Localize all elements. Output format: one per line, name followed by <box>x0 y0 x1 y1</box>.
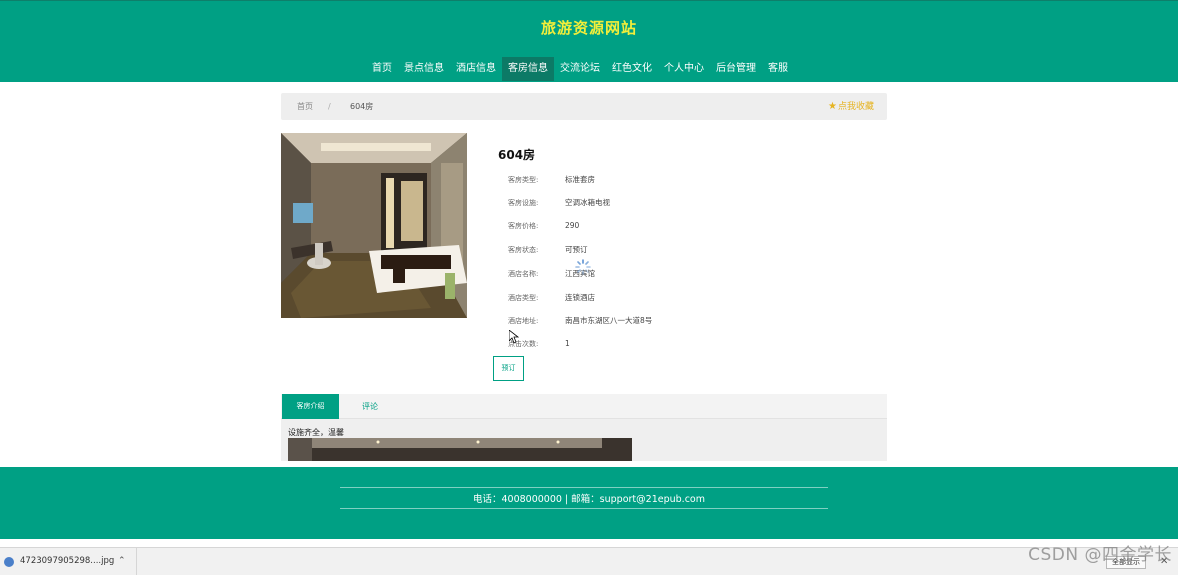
hotel-type-row: 酒店类型: 连锁酒店 <box>508 292 595 303</box>
room-price-value: 290 <box>565 221 580 230</box>
download-item[interactable]: 4723097905298....jpg ⌃ <box>0 548 137 575</box>
tab-comments[interactable]: 评论 <box>353 394 387 419</box>
room-title: 604房 <box>498 148 536 162</box>
room-status-value: 可预订 <box>565 245 588 254</box>
room-facilities-row: 客房设施: 空调冰箱电视 <box>508 197 610 208</box>
nav-item-admin[interactable]: 后台管理 <box>710 57 762 81</box>
site-footer: 电话：4008000000 | 邮箱：support@21epub.com <box>0 467 1178 539</box>
room-type-row: 客房类型: 标准套房 <box>508 174 595 185</box>
room-photo <box>281 133 467 318</box>
nav-item-forum[interactable]: 交流论坛 <box>554 57 606 81</box>
room-type-value: 标准套房 <box>565 175 595 184</box>
nav-item-home[interactable]: 首页 <box>366 57 398 81</box>
room-type-label: 客房类型: <box>508 176 539 184</box>
hotel-type-value: 连锁酒店 <box>565 293 595 302</box>
room-price-label: 客房价格: <box>508 222 539 230</box>
hotel-type-label: 酒店类型: <box>508 294 539 302</box>
download-file-name: 4723097905298....jpg <box>20 556 115 566</box>
room-status-label: 客房状态: <box>508 246 539 254</box>
hotel-address-label: 酒店地址: <box>508 317 539 325</box>
nav-item-rooms[interactable]: 客房信息 <box>502 57 554 81</box>
file-icon <box>4 557 14 567</box>
hotel-name-label: 酒店名称: <box>508 270 539 278</box>
room-facilities-label: 客房设施: <box>508 199 539 207</box>
watermark: CSDN @四金学长 <box>1028 545 1172 565</box>
breadcrumb-separator: / <box>328 102 331 111</box>
breadcrumb: 首页 / 604房 ★点我收藏 <box>281 93 887 120</box>
site-title: 旅游资源网站 <box>540 19 637 37</box>
nav-item-hotels[interactable]: 酒店信息 <box>450 57 502 81</box>
footer-divider <box>340 508 828 509</box>
main-nav: 首页 景点信息 酒店信息 客房信息 交流论坛 红色文化 个人中心 后台管理 客服 <box>366 57 794 81</box>
download-bar: 4723097905298....jpg ⌃ 全部显示 ✕ <box>0 547 1178 575</box>
click-count-value: 1 <box>565 339 570 348</box>
nav-item-attractions[interactable]: 景点信息 <box>398 57 450 81</box>
favorite-label: 点我收藏 <box>837 102 874 112</box>
room-status-row: 客房状态: 可预订 <box>508 244 588 255</box>
tab-bar: 客房介绍 评论 <box>281 394 887 419</box>
mouse-cursor-icon <box>509 330 519 344</box>
tab-room-intro[interactable]: 客房介绍 <box>282 394 339 419</box>
breadcrumb-home-link[interactable]: 首页 <box>297 93 313 120</box>
star-icon: ★ <box>828 101 837 112</box>
hotel-address-row: 酒店地址: 南昌市东湖区八一大道8号 <box>508 315 652 326</box>
site-header: 旅游资源网站 首页 景点信息 酒店信息 客房信息 交流论坛 红色文化 个人中心 … <box>0 0 1178 82</box>
nav-item-red-culture[interactable]: 红色文化 <box>606 57 658 81</box>
favorite-button[interactable]: ★点我收藏 <box>828 93 874 121</box>
detail-tabs: 客房介绍 评论 设施齐全，温馨 <box>281 394 887 461</box>
chevron-up-icon[interactable]: ⌃ <box>118 548 126 575</box>
nav-item-user-center[interactable]: 个人中心 <box>658 57 710 81</box>
footer-divider <box>340 487 828 488</box>
book-button[interactable]: 预订 <box>493 356 524 381</box>
room-intro-text: 设施齐全，温馨 <box>288 428 344 437</box>
room-facilities-value: 空调冰箱电视 <box>565 198 610 207</box>
breadcrumb-current: 604房 <box>350 102 374 111</box>
room-price-row: 客房价格: 290 <box>508 221 579 231</box>
hotel-address-value: 南昌市东湖区八一大道8号 <box>565 316 653 325</box>
nav-item-customer-service[interactable]: 客服 <box>762 57 794 81</box>
footer-contact: 电话：4008000000 | 邮箱：support@21epub.com <box>473 494 705 505</box>
room-intro-photo <box>288 438 632 461</box>
loading-spinner-icon <box>575 259 591 275</box>
